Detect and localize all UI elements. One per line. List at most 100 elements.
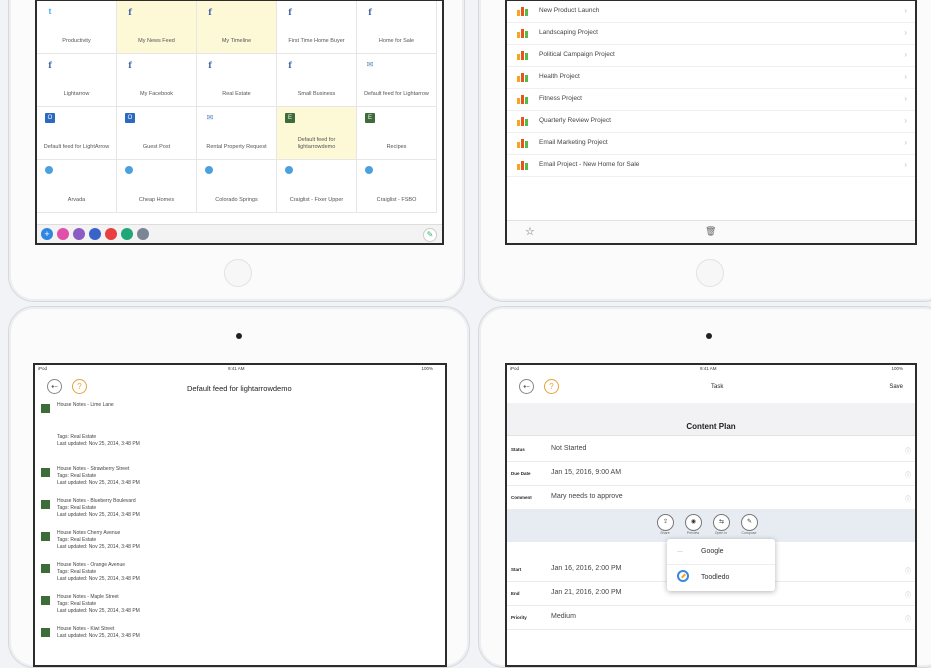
source-cell[interactable]: Arvada	[37, 160, 117, 213]
source-cell[interactable]: Craiglist - Fixer Upper	[277, 160, 357, 213]
feed-item[interactable]: House Notes - Maple Street Tags: Real Est…	[35, 592, 445, 624]
front-camera	[236, 333, 242, 339]
action-preview-button[interactable]: ◉	[685, 514, 702, 531]
compose-icon[interactable]: ✎	[423, 228, 437, 242]
dock-red-icon[interactable]	[105, 228, 117, 240]
facebook-icon: f	[208, 60, 212, 70]
source-cell[interactable]: Craiglist - FSBO	[357, 160, 437, 213]
source-cell[interactable]: f My Facebook	[117, 54, 197, 107]
project-row[interactable]: Political Campaign Project ›	[507, 45, 915, 67]
source-cell-label: My News Feed	[138, 38, 175, 44]
dock-add-icon[interactable]: +	[41, 228, 53, 240]
chevron-right-icon: ›	[904, 72, 907, 81]
project-row[interactable]: Email Project - New Home for Sale ›	[507, 155, 915, 177]
source-cell-label: Colorado Springs	[215, 197, 258, 203]
source-cell[interactable]: Cheap Homes	[117, 160, 197, 213]
facebook-icon: f	[128, 60, 132, 70]
info-icon[interactable]: ⓘ	[905, 566, 911, 575]
action-compose-button[interactable]: ✎	[741, 514, 758, 531]
feed-item[interactable]: Tags: Real Estate Last updated: Nov 25, 2…	[35, 432, 445, 464]
feed-item-title: House Notes - Kiwi Street	[57, 626, 115, 632]
evernote-icon	[41, 596, 50, 605]
project-row[interactable]: Quarterly Review Project ›	[507, 111, 915, 133]
project-row[interactable]: New Product Launch ›	[507, 1, 915, 23]
action-bar: ⇪ Share ◉ Preview ⇆ Open In ✎ Compose	[507, 510, 915, 542]
task-field-key: Start	[511, 567, 522, 572]
task-field-row[interactable]: Priority Medium ⓘ	[507, 607, 915, 630]
facebook-icon: f	[288, 7, 292, 17]
dock-blue-icon[interactable]	[89, 228, 101, 240]
action-open-in-button[interactable]: ⇆	[713, 514, 730, 531]
dock-purple-icon[interactable]	[73, 228, 85, 240]
source-cell[interactable]: Colorado Springs	[197, 160, 277, 213]
source-cell[interactable]: O Guest Post	[117, 107, 197, 160]
source-cell[interactable]: f Small Business	[277, 54, 357, 107]
battery-label: 100%	[421, 366, 433, 371]
source-cell-label: Recipes	[386, 144, 407, 150]
chevron-right-icon: ›	[904, 28, 907, 37]
source-cell-label: Craiglist - FSBO	[376, 197, 417, 203]
help-icon[interactable]: ?	[544, 379, 559, 394]
source-cell[interactable]: f Lightarrow	[37, 54, 117, 107]
feed-item[interactable]: House Notes - Strawberry Street Tags: Rea…	[35, 464, 445, 496]
dock-gray-icon[interactable]	[137, 228, 149, 240]
source-cell[interactable]: O Default feed for LightArrow	[37, 107, 117, 160]
project-row[interactable]: Landscaping Project ›	[507, 23, 915, 45]
source-cell[interactable]: E Default feed for lightarrowdemo	[277, 107, 357, 160]
info-icon[interactable]: ⓘ	[905, 494, 911, 503]
project-row[interactable]: Fitness Project ›	[507, 89, 915, 111]
feed-item-title: House Notes - Orange Avenue	[57, 562, 126, 568]
task-field-row[interactable]: Due Date Jan 15, 2016, 9:00 AM ⓘ	[507, 463, 915, 486]
source-cell[interactable]: f Real Estate	[197, 54, 277, 107]
home-button[interactable]	[224, 259, 252, 287]
project-row[interactable]: Health Project ›	[507, 67, 915, 89]
save-button[interactable]: Save	[889, 384, 903, 390]
feed-item-updated: Last updated: Nov 25, 2014, 3:48 PM	[57, 544, 140, 550]
trash-icon[interactable]: 🗑	[705, 226, 716, 237]
dock-green-icon[interactable]	[121, 228, 133, 240]
facebook-icon: f	[128, 7, 132, 17]
source-cell[interactable]: E Recipes	[357, 107, 437, 160]
feed-item-title: House Notes - Maple Street	[57, 594, 119, 600]
project-row[interactable]: Email Marketing Project ›	[507, 133, 915, 155]
feed-item[interactable]: House Notes - Orange Avenue Tags: Real Es…	[35, 560, 445, 592]
feed-item[interactable]: House Notes - Lime Lane	[35, 400, 445, 432]
evernote-icon: E	[365, 113, 375, 123]
star-icon[interactable]: ☆	[525, 225, 535, 238]
chevron-right-icon: ›	[904, 138, 907, 147]
home-button[interactable]	[696, 259, 724, 287]
back-icon[interactable]: ⇠	[519, 379, 534, 394]
ipad-top-right: New Product Launch › Landscaping Project › P…	[478, 0, 931, 302]
dock-pink-icon[interactable]	[57, 228, 69, 240]
feed-item-tags: Tags: Real Estate	[57, 473, 97, 479]
action-share-button[interactable]: ⇪	[657, 514, 674, 531]
source-cell-label: Home for Sale	[378, 38, 415, 44]
back-icon[interactable]: ⇠	[47, 379, 62, 394]
source-cell[interactable]: f First Time Home Buyer	[277, 1, 357, 54]
help-icon[interactable]: ?	[72, 379, 87, 394]
project-list: New Product Launch › Landscaping Project › P…	[507, 1, 915, 177]
source-cell[interactable]: f Home for Sale	[357, 1, 437, 54]
source-cell[interactable]: f My News Feed	[117, 1, 197, 54]
open-in-popover: ⁃⁃⁃ Google Toodledo	[667, 539, 775, 591]
info-icon[interactable]: ⓘ	[905, 590, 911, 599]
popover-option[interactable]: Toodledo	[667, 566, 775, 590]
task-field-row[interactable]: Comment Mary needs to approve ⓘ	[507, 487, 915, 510]
mail-icon: ✉	[366, 60, 374, 69]
task-field-row[interactable]: Status Not Started ⓘ	[507, 439, 915, 462]
feed-item[interactable]: House Notes - Kiwi Street Last updated: N…	[35, 624, 445, 656]
source-cell[interactable]: f My Timeline	[197, 1, 277, 54]
info-icon[interactable]: ⓘ	[905, 446, 911, 455]
globe-icon	[205, 166, 213, 174]
chevron-right-icon: ›	[904, 160, 907, 169]
source-cell[interactable]: t Productivity	[37, 1, 117, 54]
source-cell[interactable]: ✉ Default feed for Lightarrow	[357, 54, 437, 107]
source-cell[interactable]: ✉ Rental Property Request	[197, 107, 277, 160]
popover-option[interactable]: ⁃⁃⁃ Google	[667, 540, 775, 565]
evernote-icon: E	[285, 113, 295, 123]
project-chart-icon	[517, 28, 528, 38]
feed-item[interactable]: House Notes Cherry Avenue Tags: Real Esta…	[35, 528, 445, 560]
info-icon[interactable]: ⓘ	[905, 470, 911, 479]
task-field-value: Medium	[551, 613, 576, 620]
feed-item[interactable]: House Notes - Blueberry Boulevard Tags: R…	[35, 496, 445, 528]
